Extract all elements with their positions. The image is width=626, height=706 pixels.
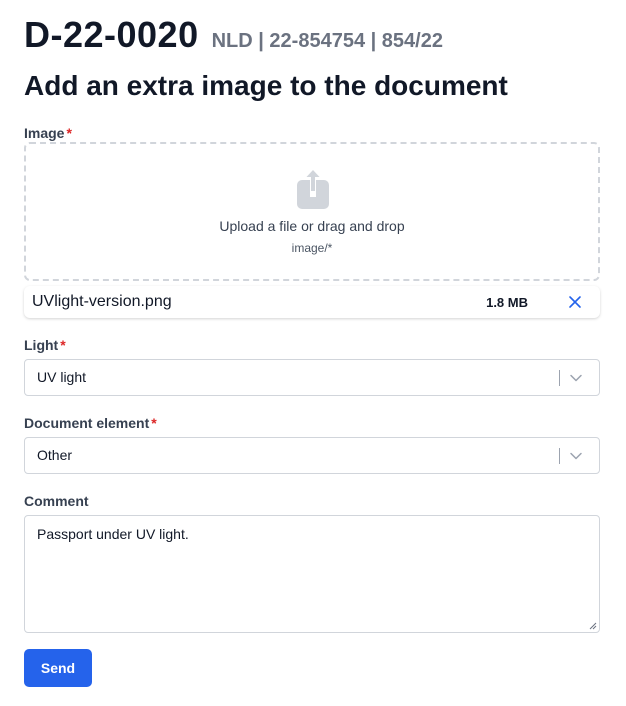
close-icon[interactable] [566, 293, 584, 311]
comment-text: Passport under UV light. [37, 526, 189, 542]
required-mark: * [151, 415, 157, 431]
comment-label: Comment [24, 493, 89, 509]
image-label-text: Image [24, 125, 65, 141]
document-element-label: Document element * [24, 415, 157, 431]
required-mark: * [66, 125, 72, 141]
resize-handle-icon[interactable] [588, 621, 597, 630]
image-label: Image * [24, 125, 72, 141]
chevron-down-icon[interactable] [569, 450, 583, 462]
uploaded-file-item: UVlight-version.png 1.8 MB [24, 286, 600, 318]
document-element-select-value: Other [37, 447, 73, 463]
document-element-select[interactable]: Other [24, 437, 600, 474]
send-button[interactable]: Send [24, 649, 92, 687]
select-separator [559, 448, 560, 464]
light-label: Light * [24, 337, 66, 353]
upload-instructions: Upload a file or drag and drop [219, 218, 405, 234]
light-select-value: UV light [37, 369, 87, 385]
light-select[interactable]: UV light [24, 359, 600, 396]
image-dropzone[interactable]: Upload a file or drag and drop image/* [24, 142, 600, 281]
page-header: D-22-0020 NLD | 22-854754 | 854/22 [24, 14, 443, 56]
required-mark: * [60, 337, 66, 353]
document-element-label-text: Document element [24, 415, 150, 431]
document-meta: NLD | 22-854754 | 854/22 [211, 30, 443, 52]
chevron-down-icon[interactable] [569, 372, 583, 384]
file-name: UVlight-version.png [32, 293, 172, 310]
page-title: Add an extra image to the document [24, 70, 508, 101]
accepted-file-types: image/* [291, 241, 333, 255]
document-id: D-22-0020 [24, 14, 199, 55]
file-size: 1.8 MB [486, 295, 528, 310]
upload-icon [297, 167, 329, 209]
light-label-text: Light [24, 337, 59, 353]
comment-textarea[interactable]: Passport under UV light. [24, 515, 600, 633]
select-separator [559, 370, 560, 386]
